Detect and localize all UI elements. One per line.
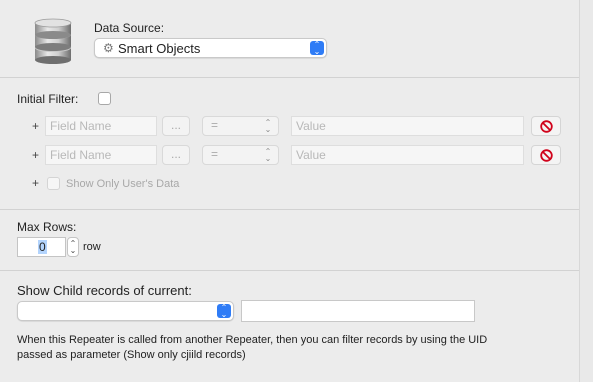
show-only-users-data-label: Show Only User's Data	[66, 178, 180, 190]
max-rows-stepper[interactable]: ⌃ ⌄	[67, 237, 79, 257]
operator-value: =	[211, 118, 219, 132]
max-rows-value: 0	[38, 240, 47, 254]
data-source-label: Data Source:	[94, 21, 165, 35]
initial-filter-label: Initial Filter:	[17, 92, 79, 106]
stepper-icon: ⌃ ⌄	[69, 239, 77, 255]
data-source-popup[interactable]: ⚙ Smart Objects ⌃ ⌄	[94, 38, 327, 58]
add-filter-row-icon[interactable]: +	[32, 176, 39, 190]
delete-filter-button[interactable]	[531, 116, 561, 136]
operator-value: =	[211, 147, 219, 161]
child-records-label: Show Child records of current:	[17, 283, 192, 298]
popup-arrows-icon: ⌃ ⌄	[310, 41, 324, 56]
gear-icon: ⚙	[103, 41, 114, 55]
field-name-input[interactable]: Field Name	[45, 116, 157, 136]
data-source-selected: Smart Objects	[118, 41, 201, 56]
operator-popup[interactable]: = ⌃ ⌄	[202, 145, 279, 165]
value-input[interactable]: Value	[291, 116, 524, 136]
operator-popup[interactable]: = ⌃ ⌄	[202, 116, 279, 136]
stepper-icon: ⌃ ⌄	[264, 118, 272, 134]
delete-filter-button[interactable]	[531, 145, 561, 165]
initial-filter-checkbox[interactable]	[98, 92, 111, 105]
popup-arrows-icon: ⌃ ⌄	[217, 304, 231, 319]
max-rows-label: Max Rows:	[17, 220, 77, 234]
max-rows-unit: row	[83, 241, 101, 253]
help-note: When this Repeater is called from anothe…	[17, 334, 488, 361]
add-filter-row-icon[interactable]: +	[32, 148, 39, 162]
database-icon	[33, 18, 73, 64]
stepper-icon: ⌃ ⌄	[264, 147, 272, 163]
child-records-field[interactable]	[241, 300, 475, 322]
separator	[0, 270, 579, 271]
max-rows-input[interactable]: 0	[17, 237, 66, 257]
show-only-users-data-checkbox[interactable]	[47, 177, 60, 190]
child-records-popup[interactable]: ⌃ ⌄	[17, 301, 234, 321]
separator	[0, 77, 579, 78]
no-entry-icon	[540, 120, 553, 133]
add-filter-row-icon[interactable]: +	[32, 119, 39, 133]
separator	[0, 209, 579, 210]
right-panel-edge	[579, 0, 593, 382]
field-name-input[interactable]: Field Name	[45, 145, 157, 165]
no-entry-icon	[540, 149, 553, 162]
value-input[interactable]: Value	[291, 145, 524, 165]
field-picker-button[interactable]: ...	[162, 145, 190, 165]
field-picker-button[interactable]: ...	[162, 116, 190, 136]
